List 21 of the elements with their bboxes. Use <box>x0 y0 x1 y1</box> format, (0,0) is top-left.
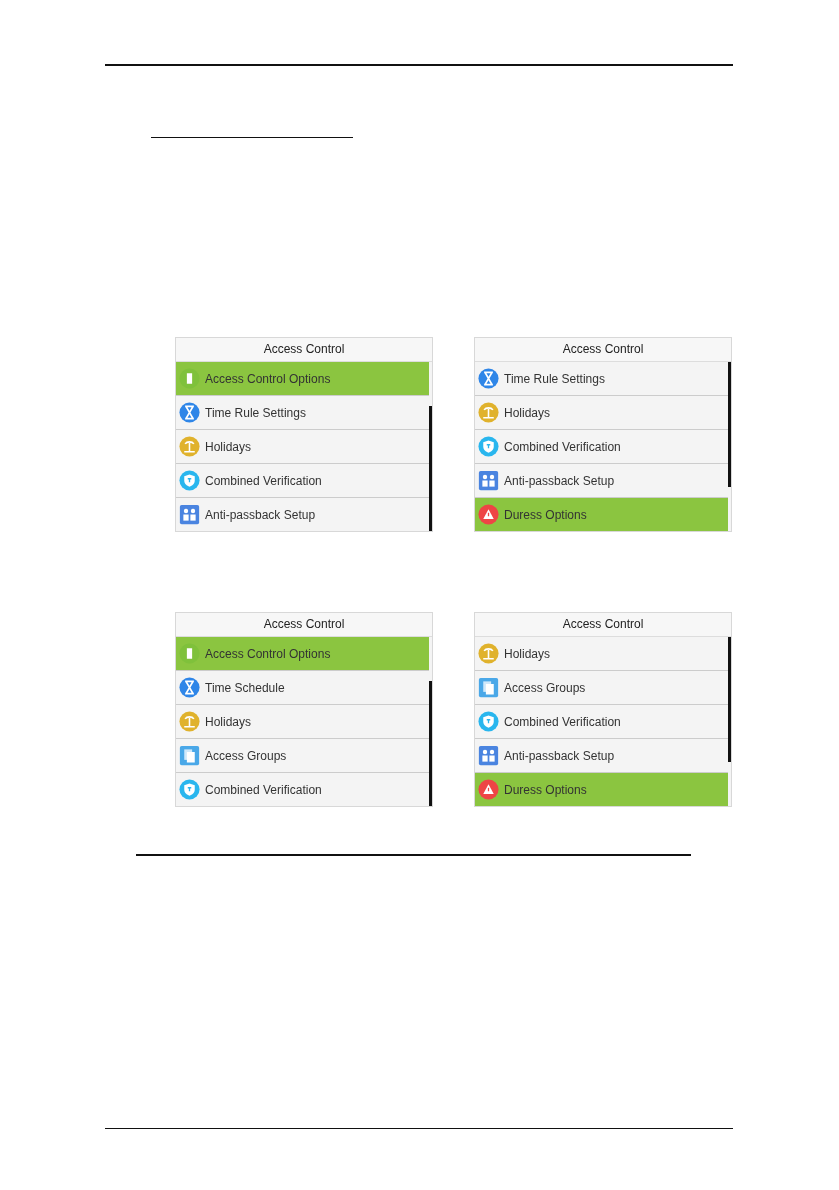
menu-item[interactable]: Duress Options <box>475 498 728 531</box>
menu-item[interactable]: Access Control Options <box>176 362 429 396</box>
door-icon <box>179 643 200 664</box>
menu-item[interactable]: Duress Options <box>475 773 728 806</box>
warning-icon <box>478 779 499 800</box>
scrollbar-thumb[interactable] <box>728 362 731 487</box>
scrollbar-thumb[interactable] <box>429 681 432 806</box>
hourglass-icon <box>478 368 499 389</box>
shield-icon <box>478 436 499 457</box>
shield-icon <box>478 711 499 732</box>
pages-icon <box>478 677 499 698</box>
menu-item[interactable]: Access Control Options <box>176 637 429 671</box>
scrollbar-thumb[interactable] <box>429 406 432 531</box>
scrollbar-thumb[interactable] <box>728 637 731 762</box>
shield-icon <box>179 470 200 491</box>
pages-icon <box>179 745 200 766</box>
hourglass-icon <box>179 677 200 698</box>
door-icon <box>179 368 200 389</box>
warning-icon <box>478 504 499 525</box>
hourglass-icon <box>179 402 200 423</box>
shield-icon <box>179 779 200 800</box>
